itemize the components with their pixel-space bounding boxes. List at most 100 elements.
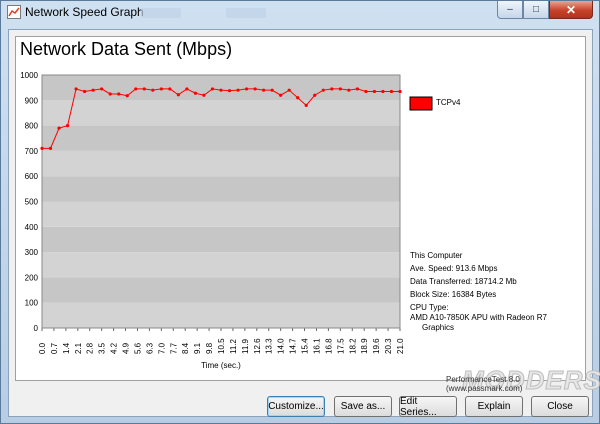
data-point (304, 103, 308, 107)
x-tick-label: 1.4 (62, 342, 71, 354)
close-icon: ✕ (565, 2, 577, 17)
minimize-button[interactable]: – (497, 1, 523, 19)
data-point (219, 88, 223, 92)
data-point (185, 87, 189, 91)
plot-band (42, 302, 400, 328)
graph-panel: Network Data Sent (Mbps) 0 100 200 300 400 50… (15, 36, 600, 396)
maximize-icon: □ (532, 4, 540, 15)
x-tick-label: 11.2 (229, 338, 238, 354)
x-tick-label: 4.2 (110, 342, 119, 354)
plot-band (42, 75, 400, 101)
data-point (159, 87, 163, 91)
maximize-button[interactable]: □ (523, 1, 549, 19)
x-tick-label: 6.3 (145, 342, 154, 354)
close-window-button[interactable]: ✕ (549, 1, 593, 19)
x-axis-label: Time (sec.) (201, 361, 241, 370)
explain-button[interactable]: Explain (465, 396, 523, 417)
data-point (262, 88, 266, 92)
customize-button[interactable]: Customize... (267, 396, 325, 417)
data-point (398, 89, 402, 94)
app-icon (7, 5, 21, 19)
x-tick-label: 14.7 (289, 338, 298, 354)
plot-band (42, 201, 400, 227)
title-bar[interactable]: Network Speed Graph – □ ✕ (1, 1, 599, 23)
plot-band (42, 226, 400, 253)
data-point (236, 88, 240, 92)
x-tick-label: 2.1 (74, 342, 83, 354)
x-tick-label: 7.0 (157, 342, 166, 354)
x-tick-label: 16.1 (312, 338, 321, 354)
data-point (321, 88, 325, 92)
data-point (65, 124, 70, 128)
x-tick-label: 17.5 (336, 338, 345, 354)
x-tick-label: 18.9 (360, 338, 369, 354)
plot-band (42, 252, 400, 278)
data-point (83, 89, 87, 94)
legend-swatch (409, 96, 433, 111)
y-tick-label: 0 (34, 324, 39, 333)
x-tick-label: 21.0 (396, 338, 405, 354)
x-tick-label: 20.3 (384, 338, 393, 354)
data-point (40, 146, 44, 150)
x-tick-label: 9.8 (205, 342, 214, 354)
x-tick-label: 9.1 (193, 342, 202, 354)
y-tick-label: 700 (25, 147, 39, 156)
data-point (48, 146, 53, 150)
info-ave-speed: Ave. Speed: 913.6 Mbps (410, 264, 498, 273)
data-point (117, 92, 121, 96)
y-tick-label: 400 (25, 223, 39, 232)
window-title: Network Speed Graph (25, 5, 144, 19)
data-point (253, 87, 257, 91)
plot-band (42, 100, 400, 126)
y-tick-label: 600 (25, 172, 39, 181)
x-tick-label: 18.2 (348, 338, 357, 354)
data-point (244, 87, 249, 91)
x-tick-label: 10.5 (217, 338, 226, 354)
x-tick-label: 13.3 (265, 338, 274, 354)
data-point (125, 94, 129, 98)
x-tick-label: 2.8 (86, 342, 95, 354)
data-point (91, 88, 95, 92)
network-speed-chart: 0 100 200 300 400 500 600 700 800 900 1000 0.0 0.7 1.… (20, 71, 461, 370)
data-point (108, 92, 112, 96)
y-tick-label: 500 (25, 198, 39, 207)
info-cpu-line2: Graphics (422, 323, 455, 332)
data-point (74, 87, 78, 91)
close-button[interactable]: Close (531, 396, 589, 417)
save-as-button[interactable]: Save as... (334, 396, 392, 417)
network-speed-graph-window: Network Speed Graph – □ ✕ Network Data S… (0, 0, 600, 424)
plot-band (42, 150, 400, 177)
info-computer: This Computer (410, 251, 463, 260)
y-tick-label: 300 (25, 248, 39, 257)
plot-band (42, 125, 400, 151)
y-tick-label: 800 (25, 122, 39, 131)
edit-series-button[interactable]: Edit Series... (399, 396, 457, 418)
x-tick-label: 8.4 (181, 342, 190, 354)
background-tab-ghost (141, 8, 181, 18)
data-point (279, 93, 283, 97)
caption-buttons: – □ ✕ (497, 1, 593, 19)
x-tick-label: 11.9 (241, 338, 250, 354)
data-point (389, 89, 394, 94)
data-point (142, 87, 146, 91)
data-point (364, 89, 368, 94)
data-point (372, 89, 377, 94)
x-tick-label: 16.8 (324, 338, 333, 354)
x-tick-label: 3.5 (98, 342, 107, 354)
x-tick-label: 7.7 (169, 342, 178, 354)
background-tab-ghost (226, 8, 266, 18)
x-tick-label: 19.6 (372, 338, 381, 354)
credit-text: PerformanceTest 8.0 (www.passmark.com) (446, 375, 523, 393)
data-point (57, 126, 61, 130)
y-tick-label: 100 (25, 299, 39, 308)
data-point (381, 89, 385, 94)
y-tick-label: 900 (25, 96, 39, 105)
x-tick-label: 14.0 (277, 338, 286, 354)
data-point (151, 88, 155, 92)
data-point (168, 87, 172, 91)
data-point (338, 87, 342, 91)
y-tick-label: 200 (25, 273, 39, 282)
x-tick-label: 15.4 (301, 338, 310, 354)
plot-band (42, 277, 400, 303)
data-point (134, 87, 138, 91)
